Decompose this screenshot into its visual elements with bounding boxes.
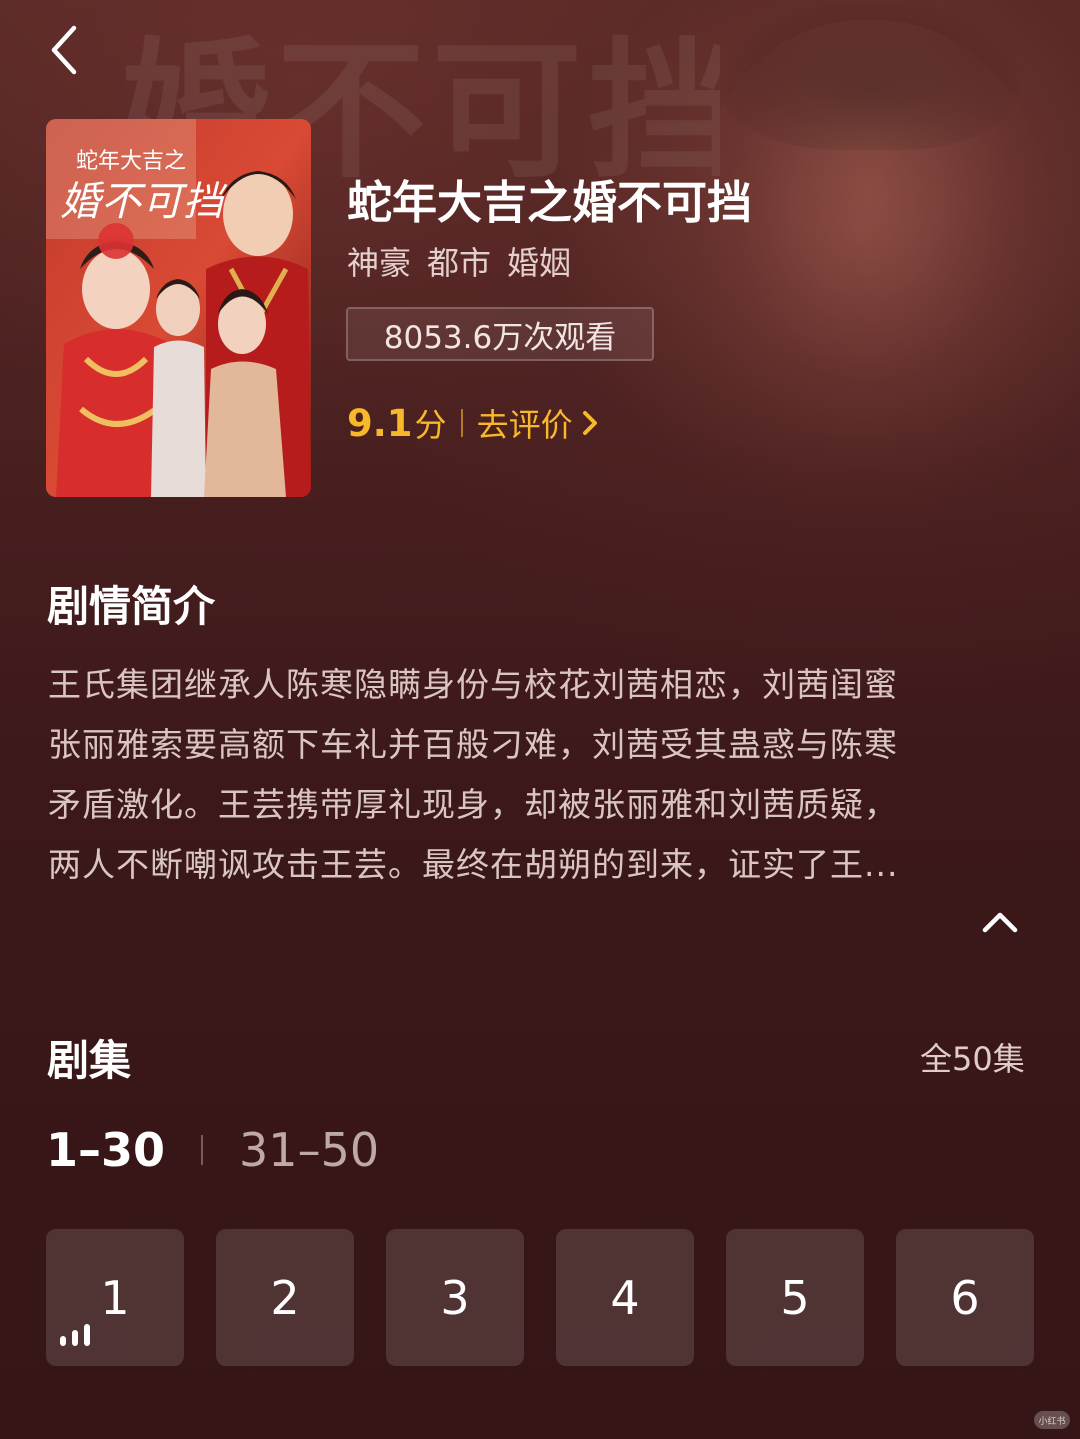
rate-button[interactable]: 去评价 (477, 400, 601, 446)
episode-button[interactable]: 6 (896, 1229, 1034, 1366)
episode-button[interactable]: 5 (726, 1229, 864, 1366)
back-button[interactable] (36, 22, 92, 78)
episodes-heading: 剧集 (47, 1036, 132, 1085)
view-count-badge: 8053.6万次观看 (346, 307, 654, 361)
synopsis-line: 矛盾激化。王芸携带厚礼现身，却被张丽雅和刘茜质疑， (48, 785, 898, 824)
playing-bars-icon (60, 1324, 90, 1346)
drama-title: 蛇年大吉之婚不可挡 (347, 176, 753, 229)
synopsis-line: 张丽雅索要高额下车礼并百般刁难，刘茜受其蛊惑与陈寒 (48, 725, 898, 764)
genre-tag: 都市 (427, 244, 492, 282)
episode-number: 6 (950, 1270, 980, 1325)
rating-unit: 分 (414, 406, 447, 444)
episode-range-tabs: 1–30 31–50 (46, 1123, 379, 1177)
range-divider (201, 1135, 204, 1165)
rate-label: 去评价 (476, 406, 573, 444)
episode-number: 3 (440, 1270, 470, 1325)
poster-image: 蛇年大吉之 婚不可挡 (46, 119, 311, 497)
episode-grid: 1 2 3 4 5 6 (46, 1229, 1034, 1366)
synopsis-heading: 剧情简介 (47, 582, 216, 631)
episode-number: 4 (610, 1270, 640, 1325)
rating-row: 9.1 分 去评价 (347, 400, 601, 446)
genre-tag: 婚姻 (507, 244, 572, 282)
episode-button[interactable]: 1 (46, 1229, 184, 1366)
synopsis-line: 两人不断嘲讽攻击王芸。最终在胡朔的到来，证实了王... (48, 845, 899, 884)
episode-number: 1 (100, 1270, 130, 1325)
synopsis-line: 王氏集团继承人陈寒隐瞒身份与校花刘茜相恋，刘茜闺蜜 (48, 665, 898, 704)
rating-score: 9.1 (347, 401, 413, 445)
chevron-left-icon (51, 25, 77, 75)
rating-divider (460, 409, 463, 437)
genre-tags: 神豪 都市 婚姻 (347, 238, 571, 284)
episode-number: 2 (270, 1270, 300, 1325)
collapse-synopsis-button[interactable] (975, 900, 1025, 940)
episode-button[interactable]: 3 (386, 1229, 524, 1366)
synopsis-text: 王氏集团继承人陈寒隐瞒身份与校花刘茜相恋，刘茜闺蜜 张丽雅索要高额下车礼并百般刁… (48, 655, 1038, 895)
episode-number: 5 (780, 1270, 810, 1325)
chevron-up-icon (982, 912, 1018, 933)
genre-tag: 神豪 (347, 244, 412, 282)
episode-button[interactable]: 2 (216, 1229, 354, 1366)
total-episodes: 全50集 (920, 1040, 1025, 1078)
range-tab-1-30[interactable]: 1–30 (46, 1123, 165, 1177)
range-tab-31-50[interactable]: 31–50 (239, 1123, 379, 1177)
chevron-right-icon (582, 411, 597, 435)
poster-title-big: 婚不可挡 (60, 179, 224, 225)
watermark: 小红书 (1034, 1411, 1070, 1429)
episode-button[interactable]: 4 (556, 1229, 694, 1366)
